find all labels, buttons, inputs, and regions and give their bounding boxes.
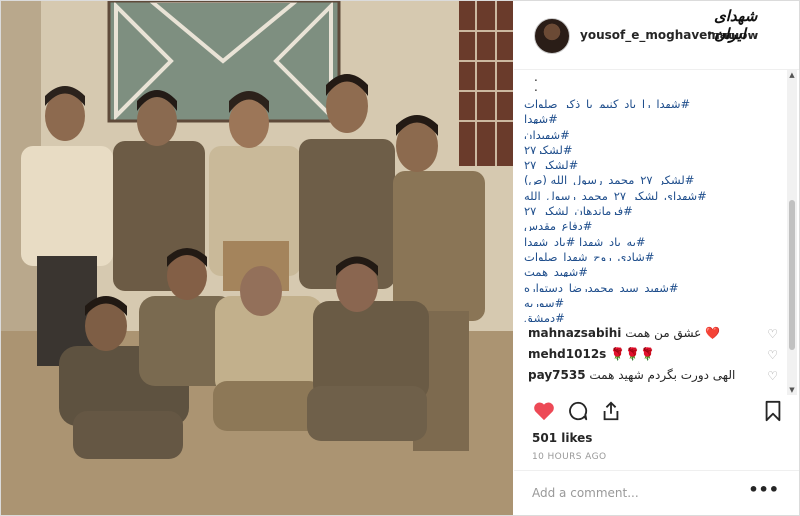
hashtag-link[interactable]: #دمشق bbox=[524, 311, 565, 322]
hashtag-link[interactable]: #به_یاد_شهدا #یاد_شهدا bbox=[524, 235, 646, 246]
hashtag-link[interactable]: #شهدا_را_یاد_کنیم_با_ذکر_صلوات bbox=[524, 97, 690, 108]
hashtag-link[interactable]: #فرماندهان_لشکر_۲۷ bbox=[524, 204, 633, 215]
hashtag-link[interactable]: #سوریه bbox=[524, 296, 564, 307]
more-options-button[interactable]: ••• bbox=[748, 480, 779, 499]
comment-like-icon[interactable]: ♡ bbox=[767, 369, 778, 383]
comment-row: mehd1012s 🌹🌹🌹 ♡ bbox=[528, 347, 784, 367]
hashtag-link[interactable]: #شادی_روح_شهدا_صلوات bbox=[524, 250, 654, 261]
caption-hashtags: #شهدا_را_یاد_کنیم_با_ذکر_صلوات #شهدا #شه… bbox=[524, 93, 774, 322]
comment-username[interactable]: mehd1012s bbox=[528, 347, 606, 361]
comment-text: عشق من همت ❤️ bbox=[625, 326, 721, 340]
comments-area[interactable]: . . #شهدا_را_یاد_کنیم_با_ذکر_صلوات #شهدا… bbox=[514, 70, 784, 395]
heart-filled-icon[interactable] bbox=[530, 397, 558, 425]
scrollbar-thumb[interactable] bbox=[789, 200, 795, 350]
likes-count[interactable]: 501 likes bbox=[532, 431, 592, 445]
comment-bubble-icon[interactable] bbox=[564, 397, 592, 425]
avatar[interactable] bbox=[534, 18, 570, 54]
comment-like-icon[interactable]: ♡ bbox=[767, 327, 778, 341]
comment-username[interactable]: pay7535 bbox=[528, 368, 586, 382]
comment-text: 🌹🌹🌹 bbox=[610, 347, 655, 361]
add-comment-bar: Add a comment... ••• bbox=[514, 470, 799, 515]
scroll-down-arrow-icon[interactable]: ▼ bbox=[788, 386, 796, 394]
post-photo[interactable] bbox=[1, 1, 513, 515]
watermark-text: شهدای ایران bbox=[714, 7, 758, 43]
share-icon[interactable] bbox=[597, 397, 625, 425]
separator-dot: • bbox=[706, 27, 714, 41]
scroll-up-arrow-icon[interactable]: ▲ bbox=[788, 71, 796, 79]
caption-dot: . bbox=[534, 80, 538, 94]
post-timestamp[interactable]: 10 HOURS AGO bbox=[532, 452, 606, 462]
hashtag-link[interactable]: #شهدا bbox=[524, 112, 558, 123]
hashtag-link[interactable]: #شهید_همت bbox=[524, 265, 588, 276]
hashtag-link[interactable]: #دفاع_مقدس bbox=[524, 219, 592, 230]
comment-like-icon[interactable]: ♡ bbox=[767, 348, 778, 362]
hashtag-link[interactable]: #شهدای_لشکر_۲۷_محمد_رسول_الله bbox=[524, 189, 707, 200]
bookmark-icon[interactable] bbox=[759, 397, 787, 425]
comment-text: الهی دورت بگردم شهید همت bbox=[589, 368, 736, 382]
comment-username[interactable]: mahnazsabihi bbox=[528, 326, 621, 340]
site-watermark: شهدای ایران bbox=[714, 3, 798, 43]
add-comment-input[interactable]: Add a comment... bbox=[532, 486, 639, 500]
hashtag-link[interactable]: #لشکر_۲۷ bbox=[524, 158, 578, 169]
post-header: yousof_e_moghavemat • Follow شهدای ایران bbox=[514, 1, 799, 70]
comment-row: pay7535 الهی دورت بگردم شهید همت ♡ bbox=[528, 368, 784, 388]
comments-scrollbar[interactable]: ▲ ▼ bbox=[787, 70, 797, 395]
action-bar bbox=[514, 397, 799, 427]
hashtag-link[interactable]: #لشکر۲۷ bbox=[524, 143, 572, 154]
hashtag-link[interactable]: #لشکر_۲۷_محمد_رسول_الله (ص) bbox=[524, 173, 694, 184]
post-sidebar: yousof_e_moghavemat • Follow شهدای ایران… bbox=[514, 1, 799, 515]
hashtag-link[interactable]: #شهید_سید_محمدرضا_دستواره bbox=[524, 281, 679, 292]
hashtag-link[interactable]: #شهیدان bbox=[524, 128, 570, 139]
instagram-post: yousof_e_moghavemat • Follow شهدای ایران… bbox=[0, 0, 800, 516]
comment-row: mahnazsabihi عشق من همت ❤️ ♡ bbox=[528, 326, 784, 346]
photo-illustration bbox=[1, 1, 513, 515]
